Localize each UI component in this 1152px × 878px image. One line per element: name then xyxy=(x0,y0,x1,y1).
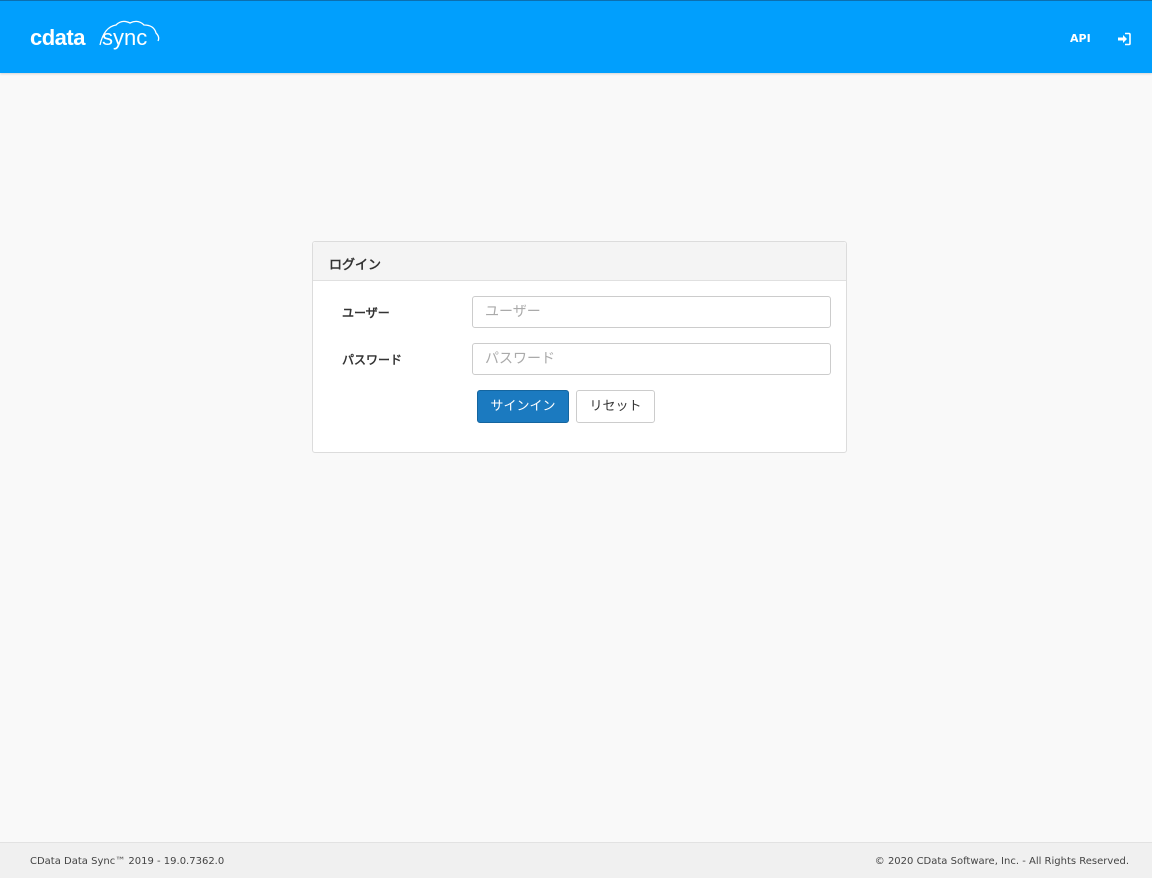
footer-copyright: © 2020 CData Software, Inc. - All Rights… xyxy=(874,856,1129,867)
reset-button[interactable]: リセット xyxy=(576,390,655,423)
login-panel: ログイン ユーザー パスワード サインイン リセット xyxy=(312,241,847,453)
password-input[interactable] xyxy=(472,343,831,375)
user-input[interactable] xyxy=(472,296,831,328)
svg-text:cdata: cdata xyxy=(30,25,86,50)
sign-in-icon[interactable] xyxy=(1117,32,1131,46)
login-panel-title: ログイン xyxy=(313,242,846,281)
footer: CData Data Sync™ 2019 - 19.0.7362.0 © 20… xyxy=(0,842,1152,878)
signin-button[interactable]: サインイン xyxy=(477,390,569,423)
api-link[interactable]: API xyxy=(1070,32,1091,45)
user-label: ユーザー xyxy=(342,306,390,320)
footer-version: CData Data Sync™ 2019 - 19.0.7362.0 xyxy=(30,856,225,867)
password-label: パスワード xyxy=(342,353,403,367)
top-navbar: cdata sync API xyxy=(0,0,1152,73)
cdata-sync-logo[interactable]: cdata sync xyxy=(30,15,170,55)
